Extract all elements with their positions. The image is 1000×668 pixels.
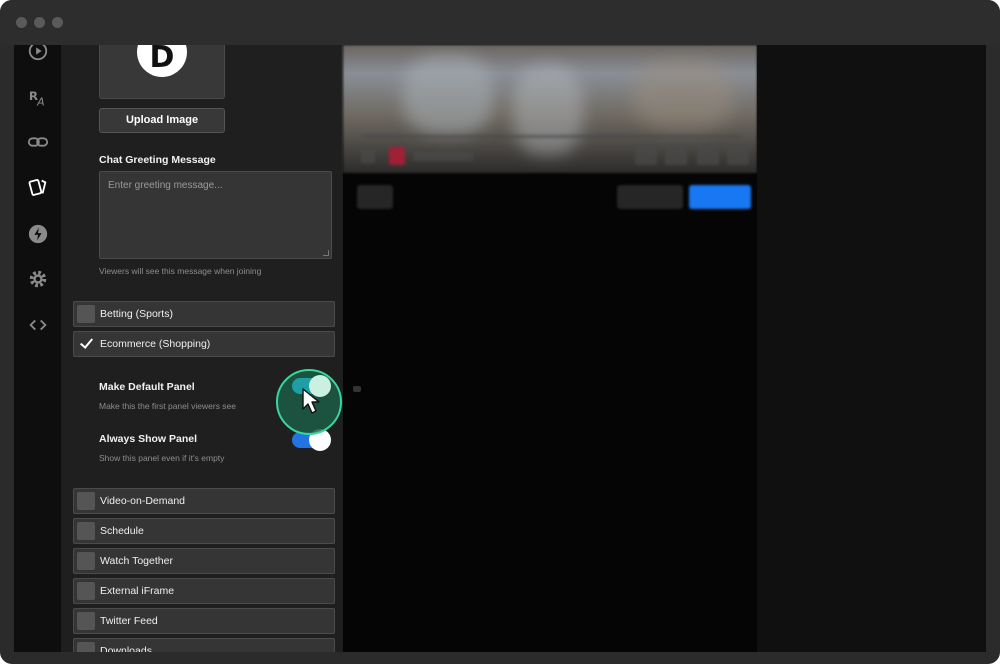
checkbox-twitter-feed[interactable] <box>77 612 95 630</box>
option-ecommerce-label: Ecommerce (Shopping) <box>100 338 211 350</box>
video-preview <box>343 45 757 652</box>
option-ecommerce[interactable]: Ecommerce (Shopping) <box>73 331 335 357</box>
bolt-icon[interactable] <box>26 222 50 246</box>
gear-icon[interactable] <box>26 267 50 291</box>
greeting-hint: Viewers will see this message when joini… <box>99 266 262 276</box>
option-watch-together[interactable]: Watch Together <box>73 548 335 574</box>
resize-grip-icon[interactable] <box>323 250 329 256</box>
checkbox-ecommerce[interactable] <box>77 335 95 353</box>
option-twitter-feed[interactable]: Twitter Feed <box>73 608 335 634</box>
logo-letter: D <box>149 45 175 75</box>
font-size-icon[interactable]: RA <box>26 85 50 109</box>
always-show-hint: Show this panel even if it's empty <box>99 453 225 463</box>
maximize-dot[interactable] <box>52 17 63 28</box>
title-bar <box>0 0 1000 45</box>
play-circle-icon[interactable] <box>26 45 50 63</box>
checkbox-watch-together[interactable] <box>77 552 95 570</box>
svg-text:A: A <box>36 95 45 108</box>
default-panel-hint: Make this the first panel viewers see <box>99 401 237 411</box>
logo-preview: D <box>99 45 225 99</box>
check-icon <box>79 335 94 349</box>
mouse-cursor-icon <box>302 388 320 414</box>
option-schedule[interactable]: Schedule <box>73 518 335 544</box>
code-icon[interactable] <box>26 313 50 337</box>
embed-button[interactable] <box>617 185 683 209</box>
minimize-dot[interactable] <box>34 17 45 28</box>
greeting-placeholder: Enter greeting message... <box>108 180 223 191</box>
share-button[interactable] <box>689 185 751 209</box>
option-downloads-label: Downloads <box>100 645 152 652</box>
option-schedule-label: Schedule <box>100 525 144 537</box>
option-betting-label: Betting (Sports) <box>100 308 173 320</box>
option-vod-label: Video-on-Demand <box>100 495 186 507</box>
option-external-iframe[interactable]: External iFrame <box>73 578 335 604</box>
option-twitter-feed-label: Twitter Feed <box>100 615 158 627</box>
option-betting[interactable]: Betting (Sports) <box>73 301 335 327</box>
close-dot[interactable] <box>16 17 27 28</box>
checkbox-betting[interactable] <box>77 305 95 323</box>
app-content: RA D Upload Image Chat Greeting Message … <box>14 45 986 652</box>
greeting-textarea[interactable]: Enter greeting message... <box>99 171 332 259</box>
icon-sidebar: RA <box>14 45 61 652</box>
divider-handle <box>353 386 361 392</box>
panel-settings: D Upload Image Chat Greeting Message Ent… <box>61 45 343 652</box>
video-thumbnail[interactable] <box>343 45 757 173</box>
option-downloads[interactable]: Downloads <box>73 638 335 652</box>
checkbox-schedule[interactable] <box>77 522 95 540</box>
always-show-label: Always Show Panel <box>99 433 198 445</box>
checkbox-vod[interactable] <box>77 492 95 510</box>
checkbox-downloads[interactable] <box>77 642 95 652</box>
checkbox-external-iframe[interactable] <box>77 582 95 600</box>
option-vod[interactable]: Video-on-Demand <box>73 488 335 514</box>
default-panel-label: Make Default Panel <box>99 381 195 393</box>
link-icon[interactable] <box>26 130 50 154</box>
upload-image-button[interactable]: Upload Image <box>99 108 225 133</box>
option-watch-together-label: Watch Together <box>100 555 173 567</box>
record-indicator <box>389 147 405 165</box>
brand-logo: D <box>137 45 187 77</box>
option-external-iframe-label: External iFrame <box>100 585 175 597</box>
app-window: RA D Upload Image Chat Greeting Message … <box>0 0 1000 664</box>
right-area <box>757 45 986 652</box>
greeting-label: Chat Greeting Message <box>99 154 216 166</box>
viewer-count-badge <box>357 185 393 209</box>
cards-icon[interactable] <box>26 175 50 199</box>
